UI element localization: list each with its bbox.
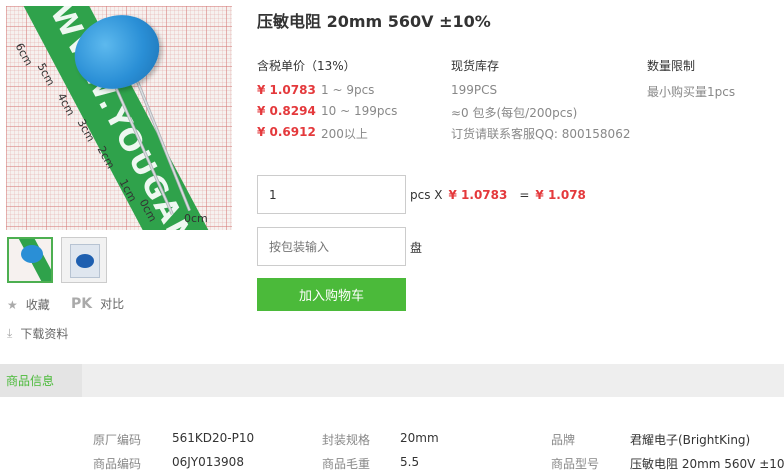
equals-sign: = (519, 188, 530, 202)
info-label: 封装规格 (322, 433, 371, 447)
ruler-label: 0cm (184, 212, 208, 225)
info-value: 20mm (400, 431, 439, 445)
info-label: 原厂编码 (93, 433, 142, 447)
pack-unit-label: 盘 (410, 241, 423, 255)
quantity-input[interactable] (257, 175, 406, 214)
info-label: 商品型号 (551, 457, 600, 471)
tier-price: ¥ 0.8294 (257, 104, 316, 118)
favorite-label: 收藏 (25, 298, 50, 312)
thumb-varistor-graphic (21, 245, 43, 263)
unit-multiplier: pcs X (410, 188, 443, 202)
stock-pack-info: ≈0 包多(每包/200pcs) (451, 106, 578, 120)
info-label: 商品毛重 (322, 457, 371, 471)
tab-label: 商品信息 (6, 374, 55, 388)
info-value: 君耀电子(BrightKing) (630, 433, 751, 447)
thumbnail-1[interactable] (7, 237, 53, 283)
price-tier-row: ¥ 1.0783 1 ~ 9pcs (257, 83, 374, 97)
stock-column-header: 现货库存 (451, 59, 500, 73)
product-page: WWW.YOUGANW.CO 6cm 5cm 4cm 3cm 2cm 1cm 0… (0, 0, 784, 471)
download-icon: ⤓ (7, 326, 13, 340)
info-value: 561KD20-P10 (172, 431, 255, 445)
tier-price: ¥ 0.6912 (257, 125, 316, 139)
product-title: 压敏电阻 20mm 560V ±10% (257, 12, 491, 31)
purchase-limit: 最小购买量1pcs (647, 85, 736, 99)
thumbnail-2[interactable] (61, 237, 107, 283)
calc-total: ¥ 1.078 (535, 188, 586, 202)
favorite-button[interactable]: ★ 收藏 (7, 296, 50, 313)
info-value: 06JY013908 (172, 455, 244, 469)
stock-contact: 订货请联系客服QQ: 800158062 (451, 127, 631, 141)
thumb-varistor-graphic (76, 254, 94, 268)
tier-range: 10 ~ 199pcs (321, 104, 398, 118)
pk-icon: PK (71, 295, 93, 312)
add-to-cart-button[interactable]: 加入购物车 (257, 278, 406, 311)
tab-bar (0, 364, 784, 397)
star-icon: ★ (7, 297, 18, 312)
info-value: 5.5 (400, 455, 420, 469)
tier-price: ¥ 1.0783 (257, 83, 316, 97)
info-value: 压敏电阻 20mm 560V ±10% (630, 457, 784, 471)
price-column-header: 含税单价（13%） (257, 59, 356, 73)
download-datasheet-button[interactable]: ⤓ 下载资料 (7, 325, 68, 342)
compare-label: 对比 (100, 297, 125, 311)
calc-unit-price: ¥ 1.0783 (448, 188, 508, 202)
info-label: 商品编码 (93, 457, 142, 471)
limit-column-header: 数量限制 (647, 59, 696, 73)
compare-button[interactable]: PK 对比 (71, 295, 124, 312)
product-main-image[interactable]: WWW.YOUGANW.CO 6cm 5cm 4cm 3cm 2cm 1cm 0… (6, 6, 232, 230)
tab-product-info[interactable]: 商品信息 (0, 364, 82, 397)
tier-range: 1 ~ 9pcs (321, 83, 375, 97)
price-tier-row: ¥ 0.8294 10 ~ 199pcs (257, 104, 397, 118)
stock-quantity: 199PCS (451, 83, 498, 97)
ruler-label: 5cm (34, 60, 58, 89)
tier-range: 200以上 (321, 127, 368, 141)
price-calculation: pcs X ¥ 1.0783 = ¥ 1.078 (410, 188, 586, 202)
info-label: 品牌 (551, 433, 576, 447)
price-tier-row: ¥ 0.6912 200以上 (257, 125, 368, 142)
download-label: 下载资料 (20, 327, 69, 341)
ruler-label: 6cm (12, 40, 36, 69)
pack-quantity-input[interactable] (257, 227, 406, 266)
